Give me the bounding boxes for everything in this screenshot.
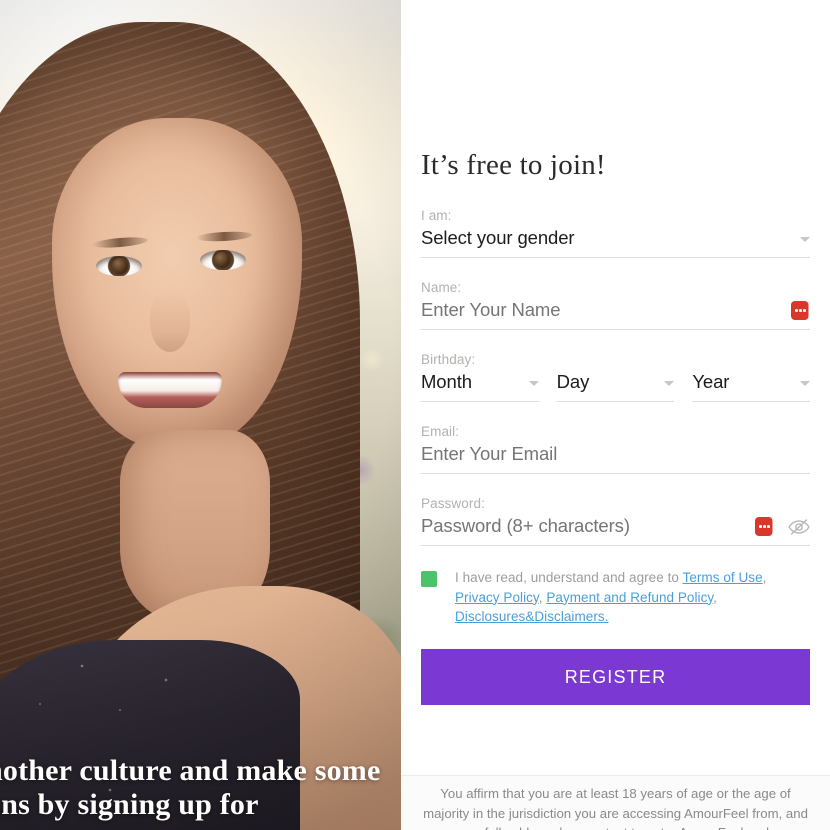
gender-selected-value: Select your gender <box>421 227 575 248</box>
password-input-row[interactable] <box>421 514 810 546</box>
terms-text: I have read, understand and agree to Ter… <box>455 568 810 627</box>
birthday-day-value: Day <box>556 371 590 392</box>
chevron-down-icon <box>800 237 810 242</box>
hero-vignette <box>0 0 401 830</box>
birthday-month-value: Month <box>421 371 472 392</box>
birthday-month-select[interactable]: Month <box>421 370 539 402</box>
email-label: Email: <box>421 424 460 439</box>
eye-off-icon[interactable] <box>788 516 810 538</box>
registration-page: nother culture and make some ons by sign… <box>0 0 830 830</box>
link-terms-of-use[interactable]: Terms of Use <box>683 570 763 585</box>
hero-photo: nother culture and make some ons by sign… <box>0 0 401 830</box>
terms-sep-1: , <box>762 570 767 585</box>
birthday-month-col: Month <box>421 370 539 402</box>
birthday-day-select[interactable]: Day <box>556 370 675 402</box>
link-disclosures-disclaimers[interactable]: Disclosures&Disclaimers. <box>455 609 608 624</box>
field-birthday: Birthday: Month Day Year <box>421 352 811 402</box>
terms-agreement-row: I have read, understand and agree to Ter… <box>421 568 810 627</box>
field-name: Name: <box>421 280 810 330</box>
gender-label: I am: <box>421 208 452 223</box>
name-label: Name: <box>421 280 462 295</box>
name-input-row[interactable] <box>421 298 810 330</box>
password-input[interactable] <box>421 514 747 538</box>
terms-sep-3: , <box>713 589 717 605</box>
gender-select[interactable]: Select your gender <box>421 226 810 258</box>
terms-intro: I have read, understand and agree to <box>455 570 683 585</box>
field-email: Email: <box>421 424 810 474</box>
page-title: It’s free to join! <box>421 149 606 181</box>
field-gender: I am: Select your gender <box>421 208 810 258</box>
birthday-year-value: Year <box>692 371 730 392</box>
chevron-down-icon <box>664 381 675 386</box>
age-disclaimer: You affirm that you are at least 18 year… <box>401 775 830 830</box>
chevron-down-icon <box>528 381 539 386</box>
email-input-row[interactable] <box>421 442 810 474</box>
birthday-selects: Month Day Year <box>421 370 811 402</box>
hero-caption-line-1: nother culture and make some <box>0 754 381 787</box>
password-label: Password: <box>421 496 485 511</box>
link-payment-refund-policy[interactable]: Payment and Refund Policy <box>546 590 713 605</box>
terms-checkbox[interactable] <box>421 571 437 587</box>
birthday-year-col: Year <box>692 370 811 402</box>
birthday-day-col: Day <box>556 370 675 402</box>
registration-form-panel: It’s free to join! I am: Select your gen… <box>401 118 830 764</box>
birthday-year-select[interactable]: Year <box>692 370 811 402</box>
lastpass-autofill-icon[interactable] <box>755 517 774 536</box>
hero-caption-line-2: ons by signing up for <box>0 788 259 821</box>
lastpass-autofill-icon[interactable] <box>791 301 810 320</box>
name-input[interactable] <box>421 298 783 322</box>
birthday-label: Birthday: <box>421 352 476 367</box>
email-input[interactable] <box>421 442 810 466</box>
field-password: Password: <box>421 496 810 546</box>
hero-caption: nother culture and make some ons by sign… <box>0 754 401 822</box>
chevron-down-icon <box>800 381 811 386</box>
link-privacy-policy[interactable]: Privacy Policy <box>455 590 539 605</box>
register-button[interactable]: REGISTER <box>421 648 810 705</box>
